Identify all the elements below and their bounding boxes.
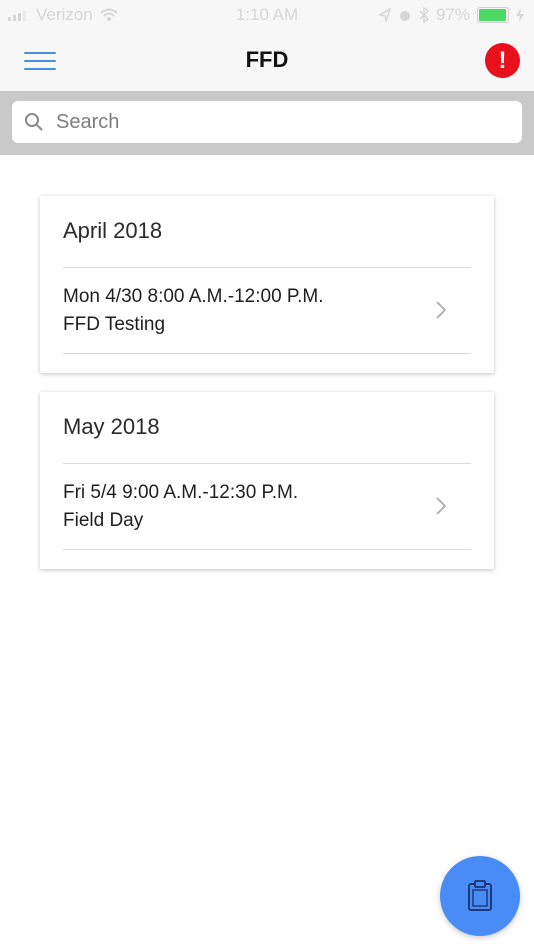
- divider: [63, 549, 471, 550]
- month-card: April 2018 Mon 4/30 8:00 A.M.-12:00 P.M.…: [40, 196, 494, 373]
- battery-icon: [477, 7, 509, 23]
- divider: [63, 353, 471, 354]
- event-name: Field Day: [63, 510, 144, 531]
- search-bar: [0, 91, 534, 155]
- clipboard-fab-button[interactable]: [440, 856, 520, 936]
- page-title: FFD: [245, 47, 289, 72]
- event-time: Mon 4/30 8:00 A.M.-12:00 P.M.: [63, 286, 324, 307]
- clipboard-icon: [468, 880, 492, 911]
- event-name: FFD Testing: [63, 314, 166, 335]
- nav-bar: FFD !: [0, 30, 534, 91]
- month-card: May 2018 Fri 5/4 9:00 A.M.-12:30 P.M. Fi…: [40, 392, 494, 569]
- status-bar: Verizon 1:10 AM 97%: [0, 0, 534, 30]
- chevron-right-icon: [436, 497, 447, 515]
- month-title: May 2018: [63, 414, 160, 439]
- chevron-right-icon: [436, 301, 447, 319]
- charging-icon: [516, 8, 524, 22]
- alarm-icon: [399, 11, 410, 21]
- status-bar-right: 97%: [378, 5, 524, 25]
- bluetooth-icon: [419, 7, 429, 23]
- month-title: April 2018: [63, 218, 163, 243]
- search-icon: [25, 113, 43, 131]
- alert-icon[interactable]: !: [485, 43, 520, 78]
- event-row[interactable]: Mon 4/30 8:00 A.M.-12:00 P.M. FFD Testin…: [63, 268, 471, 352]
- search-input[interactable]: [54, 109, 498, 135]
- search-box[interactable]: [12, 101, 522, 143]
- battery-percent: 97%: [435, 5, 470, 24]
- event-time: Fri 5/4 9:00 A.M.-12:30 P.M.: [63, 482, 299, 503]
- location-icon: [378, 8, 391, 22]
- event-row[interactable]: Fri 5/4 9:00 A.M.-12:30 P.M. Field Day: [63, 464, 471, 548]
